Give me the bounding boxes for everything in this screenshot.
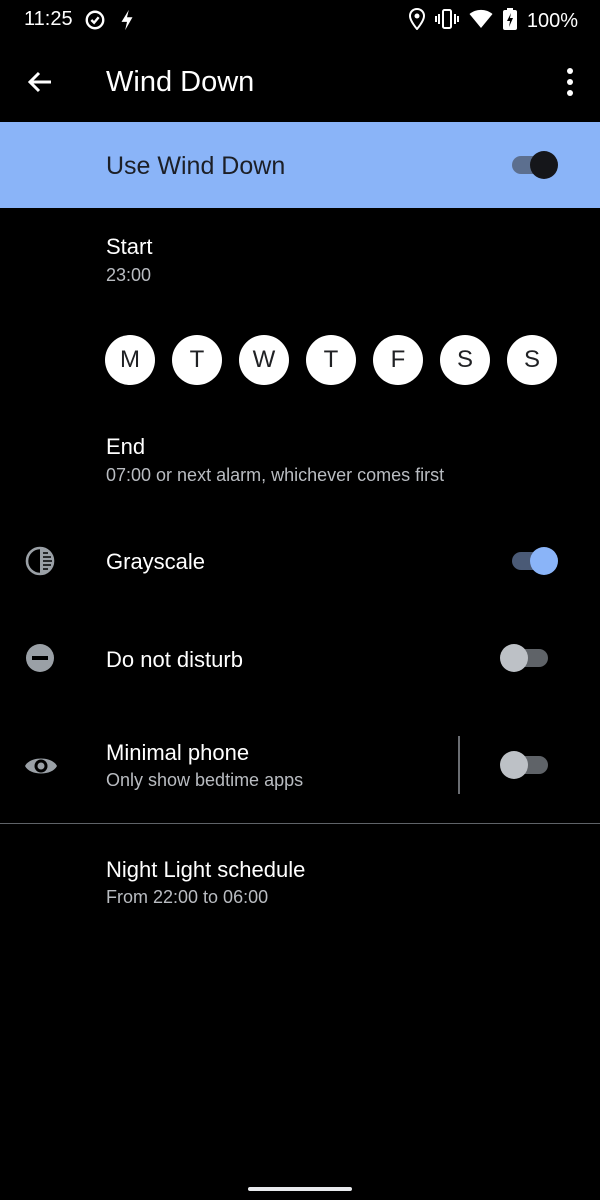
- moon-icon: [24, 865, 56, 897]
- switch-thumb: [500, 644, 528, 672]
- more-vert-icon: [558, 68, 582, 104]
- bolt-icon: [118, 9, 136, 36]
- use-wind-down-label: Use Wind Down: [106, 152, 286, 180]
- battery-charging-icon: [502, 8, 517, 35]
- end-value: 07:00 or next alarm, whichever comes fir…: [106, 465, 445, 485]
- app-bar: Wind Down: [0, 40, 600, 122]
- page-title: Wind Down: [106, 66, 255, 98]
- section-divider: [0, 823, 600, 824]
- night-light-schedule-row[interactable]: Night Light schedule From 22:00 to 06:00: [0, 835, 600, 930]
- day-sunday[interactable]: S: [507, 335, 557, 385]
- status-bar: 11:25 100%: [0, 0, 600, 40]
- grayscale-row[interactable]: Grayscale: [0, 515, 600, 607]
- do-not-disturb-switch[interactable]: [500, 640, 550, 676]
- switch-thumb: [530, 547, 558, 575]
- end-title: End: [106, 434, 146, 459]
- grayscale-switch[interactable]: [508, 543, 558, 579]
- location-icon: [408, 7, 425, 35]
- wifi-icon: [469, 9, 493, 34]
- start-time-row[interactable]: Start 23:00: [0, 208, 600, 308]
- day-friday[interactable]: F: [373, 335, 423, 385]
- start-title: Start: [106, 234, 153, 259]
- status-left-icons: [84, 9, 136, 36]
- switch-thumb: [530, 151, 558, 179]
- do-not-disturb-label: Do not disturb: [106, 647, 243, 672]
- day-monday[interactable]: M: [105, 335, 155, 385]
- battery-percent: 100%: [526, 10, 578, 32]
- row-divider-vertical: [458, 736, 460, 794]
- back-button[interactable]: [24, 66, 56, 98]
- night-light-title: Night Light schedule: [106, 857, 306, 882]
- switch-thumb: [500, 751, 528, 779]
- day-saturday[interactable]: S: [440, 335, 490, 385]
- minimal-phone-switch[interactable]: [500, 747, 550, 783]
- overflow-menu-button[interactable]: [558, 64, 582, 100]
- eye-icon: [24, 750, 57, 782]
- minimal-phone-label: Minimal phone: [106, 740, 250, 765]
- minimal-phone-summary: Only show bedtime apps: [106, 770, 304, 790]
- day-tuesday[interactable]: T: [172, 335, 222, 385]
- grayscale-label: Grayscale: [106, 549, 206, 574]
- day-thursday[interactable]: T: [306, 335, 356, 385]
- grayscale-icon: [24, 545, 56, 577]
- vibrate-icon: [434, 8, 459, 35]
- do-not-disturb-icon: [24, 642, 56, 674]
- data-saver-icon: [84, 9, 106, 36]
- night-light-summary: From 22:00 to 06:00: [106, 887, 269, 907]
- day-wednesday[interactable]: W: [239, 335, 289, 385]
- gesture-nav-handle[interactable]: [248, 1187, 352, 1191]
- do-not-disturb-row[interactable]: Do not disturb: [0, 612, 600, 704]
- day-selector: M T W T F S S: [105, 335, 557, 385]
- start-value: 23:00: [106, 265, 152, 285]
- end-time-row[interactable]: End 07:00 or next alarm, whichever comes…: [0, 410, 600, 510]
- status-time: 11:25: [24, 8, 73, 30]
- use-wind-down-row[interactable]: Use Wind Down: [0, 122, 600, 208]
- use-wind-down-switch[interactable]: [508, 147, 558, 183]
- status-right-icons: 100%: [408, 7, 578, 35]
- arrow-back-icon: [24, 71, 56, 102]
